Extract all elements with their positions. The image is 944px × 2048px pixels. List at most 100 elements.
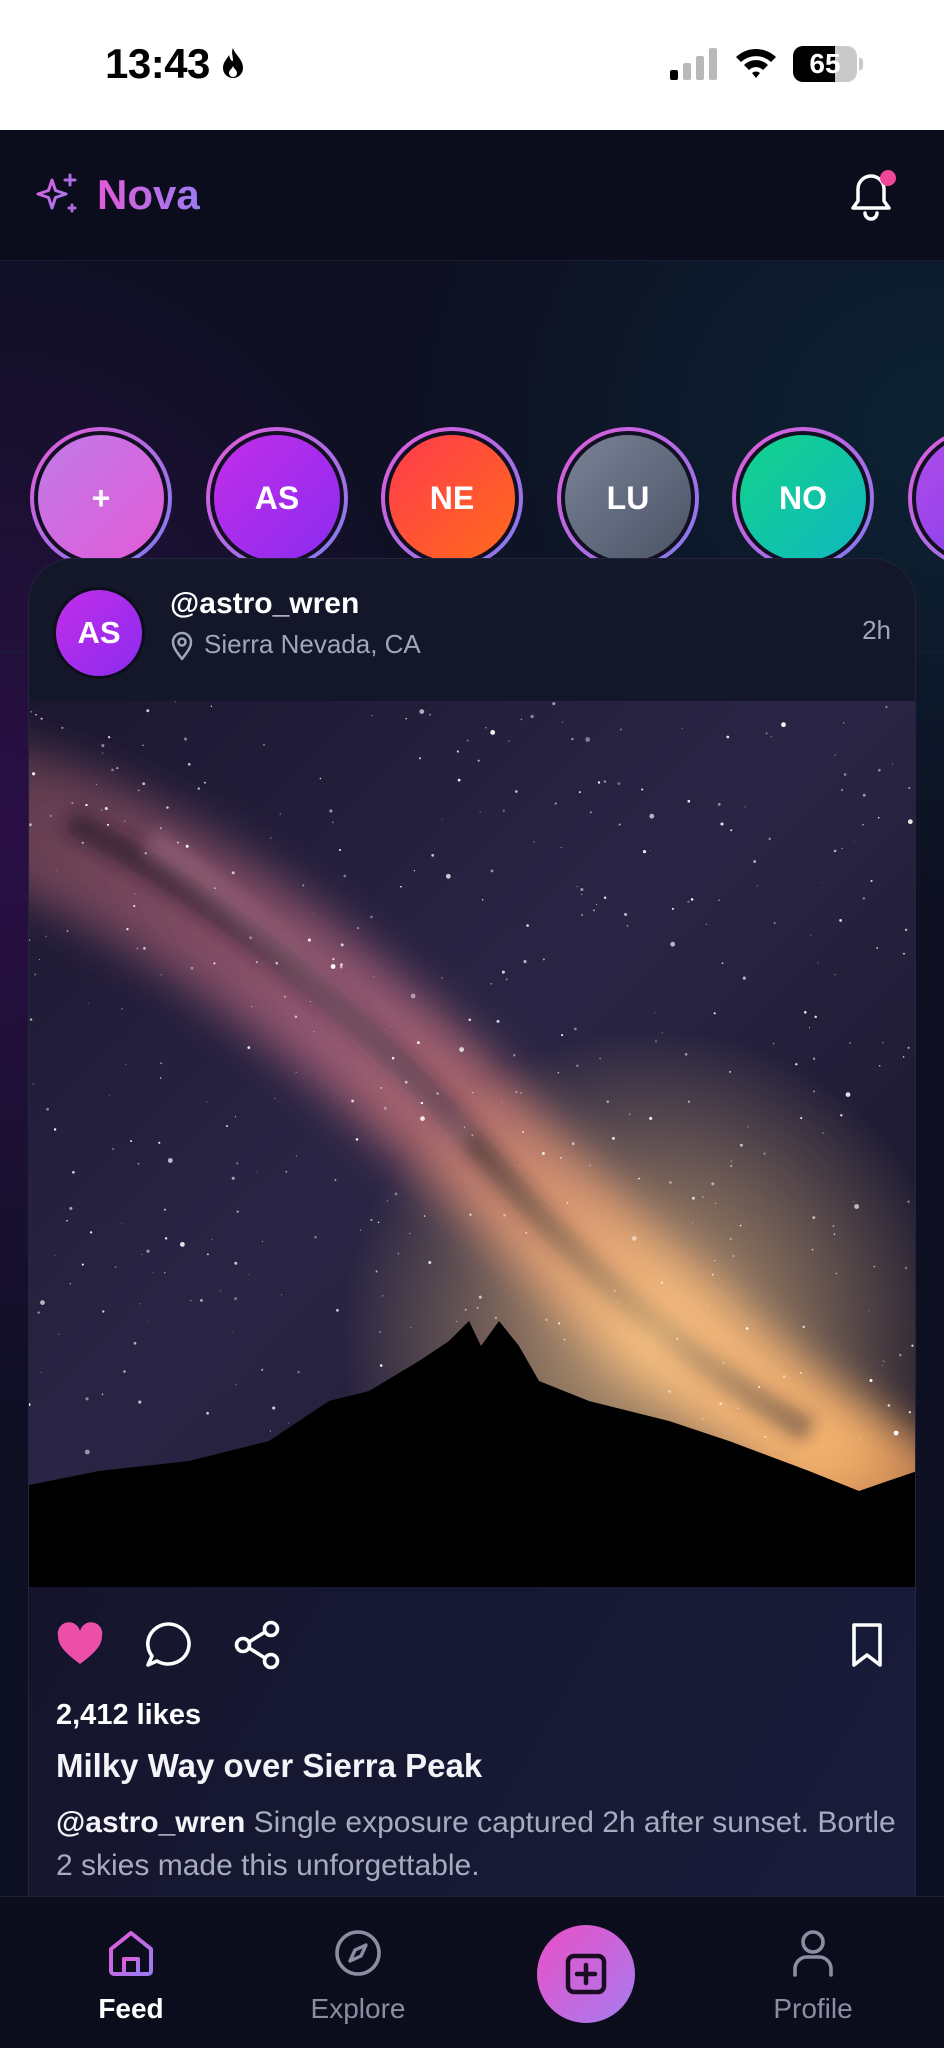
- star: [283, 995, 287, 998]
- nav-label-explore: Explore: [310, 1993, 406, 2024]
- star: [112, 1147, 115, 1151]
- star: [843, 773, 847, 776]
- star: [799, 1371, 802, 1374]
- star: [505, 978, 508, 981]
- star: [256, 1171, 258, 1173]
- heart-icon[interactable]: [54, 1619, 106, 1671]
- star: [359, 1229, 362, 1232]
- star: [247, 1273, 249, 1275]
- star: [542, 958, 545, 961]
- bookmark-icon[interactable]: [841, 1619, 893, 1671]
- star: [234, 1116, 237, 1118]
- star: [391, 1056, 395, 1060]
- star: [121, 1007, 123, 1010]
- nav-item-feed[interactable]: Feed: [41, 1927, 221, 2025]
- star: [167, 1158, 173, 1163]
- star: [684, 1052, 688, 1056]
- star: [526, 924, 529, 927]
- star: [89, 1231, 93, 1234]
- star: [436, 1092, 439, 1095]
- star: [404, 1080, 408, 1084]
- star: [520, 718, 523, 721]
- star: [206, 1411, 209, 1415]
- star: [428, 713, 431, 716]
- star: [335, 1308, 339, 1312]
- star: [476, 1306, 479, 1309]
- star: [40, 1371, 42, 1373]
- star: [655, 1040, 657, 1043]
- star: [814, 1015, 817, 1019]
- star: [772, 1042, 775, 1045]
- comment-icon[interactable]: [143, 1619, 195, 1671]
- star: [313, 912, 315, 914]
- top-bar: Nova: [0, 130, 944, 261]
- star: [164, 1237, 168, 1240]
- star: [379, 1364, 383, 1367]
- star: [490, 869, 494, 873]
- star: [617, 782, 621, 786]
- star: [765, 732, 768, 735]
- star: [314, 1235, 317, 1239]
- star: [85, 1397, 89, 1401]
- star: [107, 823, 109, 826]
- star: [413, 870, 416, 872]
- star: [513, 1054, 516, 1057]
- star: [144, 852, 147, 855]
- star: [380, 1087, 383, 1089]
- star: [744, 806, 746, 808]
- star: [804, 1011, 807, 1014]
- like-count[interactable]: 2,412 likes: [56, 1699, 201, 1732]
- battery-percent: 65: [809, 48, 841, 79]
- star: [795, 1063, 798, 1066]
- post-location[interactable]: Sierra Nevada, CA: [204, 629, 421, 660]
- battery-indicator: 65: [793, 46, 863, 82]
- star: [371, 715, 373, 716]
- nav-item-explore[interactable]: Explore: [268, 1927, 448, 2025]
- star: [121, 1222, 123, 1224]
- star: [232, 1331, 234, 1333]
- star: [275, 961, 279, 965]
- star: [108, 1095, 110, 1097]
- star: [519, 1164, 520, 1166]
- nav-item-profile[interactable]: Profile: [723, 1927, 903, 2025]
- star: [445, 873, 451, 879]
- create-post-button[interactable]: [537, 1925, 635, 2023]
- star: [908, 787, 911, 790]
- star: [32, 1083, 35, 1085]
- star: [904, 1266, 908, 1270]
- star: [373, 976, 375, 978]
- star: [71, 801, 74, 805]
- star: [114, 1266, 117, 1268]
- star: [101, 1393, 104, 1395]
- star: [617, 1302, 619, 1304]
- star: [420, 1101, 424, 1105]
- share-icon[interactable]: [231, 1619, 283, 1671]
- star: [382, 1295, 384, 1297]
- star: [841, 847, 843, 849]
- star: [585, 737, 591, 742]
- post-username[interactable]: @astro_wren: [170, 587, 359, 621]
- star: [782, 1375, 786, 1378]
- star: [375, 1270, 378, 1273]
- star: [471, 1134, 474, 1137]
- star: [269, 1430, 272, 1432]
- star: [197, 787, 200, 790]
- star: [410, 993, 416, 999]
- avatar[interactable]: AS: [53, 587, 145, 679]
- star: [479, 811, 481, 813]
- bottom-nav: Feed Explore Profile: [0, 1896, 944, 2048]
- star: [717, 803, 721, 806]
- star: [549, 1202, 551, 1204]
- post-photo[interactable]: [29, 701, 915, 1587]
- story-ring: LU: [557, 427, 699, 569]
- star: [870, 879, 873, 883]
- star: [61, 726, 64, 729]
- star: [561, 721, 564, 723]
- star: [885, 705, 888, 708]
- star: [833, 849, 837, 853]
- star: [669, 1181, 672, 1184]
- star: [763, 1152, 766, 1155]
- star: [279, 813, 281, 815]
- star: [211, 1239, 213, 1240]
- caption-username[interactable]: @astro_wren: [56, 1806, 245, 1839]
